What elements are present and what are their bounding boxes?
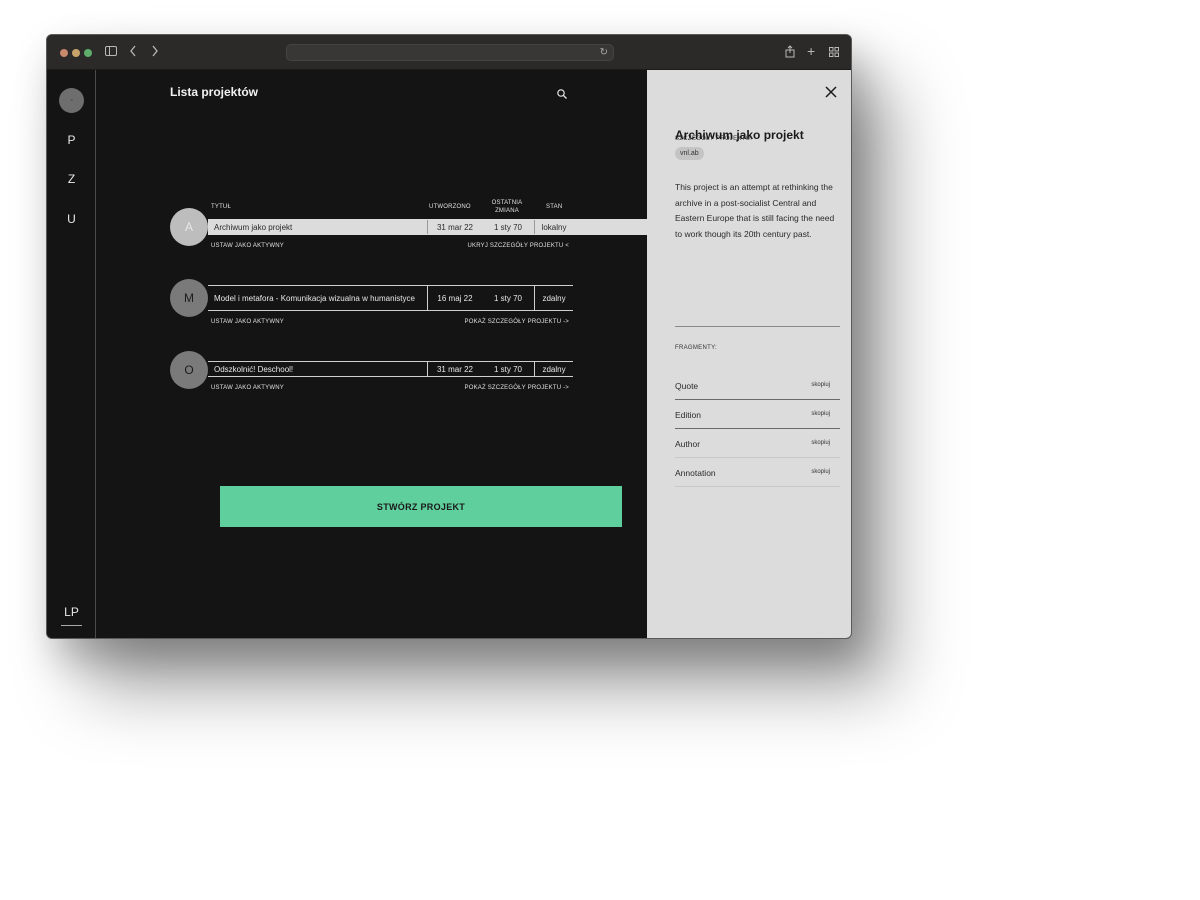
project-changed: 1 sty 70 xyxy=(493,293,522,303)
project-title: Model i metafora - Komunikacja wizualna … xyxy=(214,293,415,303)
create-project-button[interactable]: STWÓRZ PROJEKT xyxy=(220,486,622,527)
set-active-link[interactable]: USTAW JAKO AKTYWNY xyxy=(211,319,284,325)
page-title: Lista projektów xyxy=(170,85,259,99)
sidebar-toggle-icon[interactable] xyxy=(105,46,117,58)
project-avatar[interactable]: O xyxy=(170,351,208,389)
project-created: 16 maj 22 xyxy=(427,286,482,310)
minimize-window-button[interactable] xyxy=(72,49,80,57)
project-changed: 1 sty 70 xyxy=(493,222,522,232)
fragment-item-annotation: Annotation skopiuj xyxy=(675,458,840,487)
copy-link[interactable]: skopiuj xyxy=(811,411,830,417)
sidebar-item-lp[interactable]: LP xyxy=(47,605,96,619)
fragment-item-quote: Quote skopiuj xyxy=(675,371,840,400)
copy-link[interactable]: skopiuj xyxy=(811,382,830,388)
close-icon[interactable] xyxy=(825,86,837,98)
project-created: 31 mar 22 xyxy=(427,362,482,376)
project-avatar[interactable]: M xyxy=(170,279,208,317)
fragment-name: Quote xyxy=(675,381,699,391)
column-header-state: STAN xyxy=(546,204,563,210)
details-description: This project is an attempt at rethinking… xyxy=(675,182,835,239)
sidebar-item-u[interactable]: U xyxy=(47,212,96,226)
project-changed: 1 sty 70 xyxy=(493,364,522,374)
search-icon[interactable] xyxy=(556,88,568,100)
project-tag: vnl.ab xyxy=(675,147,704,160)
column-header-created: UTWORZONO xyxy=(429,204,471,210)
fragment-item-edition: Edition skopiuj xyxy=(675,400,840,429)
app-sidebar: - P Z U LP UA xyxy=(47,70,96,638)
maximize-window-button[interactable] xyxy=(84,49,92,57)
project-state: zdalny xyxy=(534,362,573,376)
tab-overview-icon[interactable] xyxy=(829,47,839,59)
project-list-panel: Lista projektów TYTUŁ UTWORZONO OSTATNIA… xyxy=(97,70,648,638)
table-row[interactable]: Odszkolnić! Deschool! 31 mar 22 1 sty 70… xyxy=(208,361,573,377)
column-header-title: TYTUŁ xyxy=(211,204,232,210)
project-title: Odszkolnić! Deschool! xyxy=(214,364,294,374)
column-header-changed-line2: ZMIANA xyxy=(495,208,519,214)
set-active-link[interactable]: USTAW JAKO AKTYWNY xyxy=(211,243,284,249)
fragment-name: Annotation xyxy=(675,468,716,478)
fragments-label: FRAGMENTY: xyxy=(675,345,718,351)
new-tab-icon[interactable]: + xyxy=(807,44,815,58)
set-active-link[interactable]: USTAW JAKO AKTYWNY xyxy=(211,385,284,391)
sidebar-divider xyxy=(61,625,82,626)
forward-icon[interactable] xyxy=(151,45,159,59)
project-created: 31 mar 22 xyxy=(427,220,482,234)
table-row[interactable]: Archiwum jako projekt 31 mar 22 1 sty 70… xyxy=(208,219,648,235)
user-avatar[interactable]: - xyxy=(59,88,84,113)
share-icon[interactable] xyxy=(785,45,795,60)
sidebar-item-z[interactable]: Z xyxy=(47,172,96,186)
close-window-button[interactable] xyxy=(60,49,68,57)
show-details-link[interactable]: POKAŻ SZCZEGÓŁY PROJEKTU -> xyxy=(465,385,569,391)
sidebar-item-p[interactable]: P xyxy=(47,133,96,147)
back-icon[interactable] xyxy=(129,45,137,59)
column-header-changed-line1: OSTATNIA xyxy=(491,200,523,206)
address-bar[interactable]: ↻ xyxy=(286,44,614,61)
copy-link[interactable]: skopiuj xyxy=(811,440,830,446)
fragment-item-author: Author skopiuj xyxy=(675,429,840,458)
project-state: zdalny xyxy=(534,286,573,310)
browser-window: ↻ + - P Z U LP UA Lista projektów TYTUŁ … xyxy=(46,34,852,639)
fragment-name: Edition xyxy=(675,410,701,420)
details-divider xyxy=(675,326,840,327)
reload-icon[interactable]: ↻ xyxy=(600,47,608,58)
copy-link[interactable]: skopiuj xyxy=(811,469,830,475)
project-avatar[interactable]: A xyxy=(170,208,208,246)
table-row[interactable]: Model i metafora - Komunikacja wizualna … xyxy=(208,285,573,311)
project-state: lokalny xyxy=(534,220,573,234)
project-title: Archiwum jako projekt xyxy=(214,222,293,232)
browser-titlebar: ↻ + xyxy=(47,35,851,70)
hide-details-link[interactable]: UKRYJ SZCZEGÓŁY PROJEKTU < xyxy=(467,243,569,249)
column-header-changed: OSTATNIA ZMIANA xyxy=(487,199,527,215)
fragment-name: Author xyxy=(675,439,701,449)
project-details-panel: SZCZEGÓŁY PROJEKTU: Archiwum jako projek… xyxy=(647,70,851,638)
show-details-link[interactable]: POKAŻ SZCZEGÓŁY PROJEKTU -> xyxy=(465,319,569,325)
details-title: Archiwum jako projekt xyxy=(675,128,804,142)
